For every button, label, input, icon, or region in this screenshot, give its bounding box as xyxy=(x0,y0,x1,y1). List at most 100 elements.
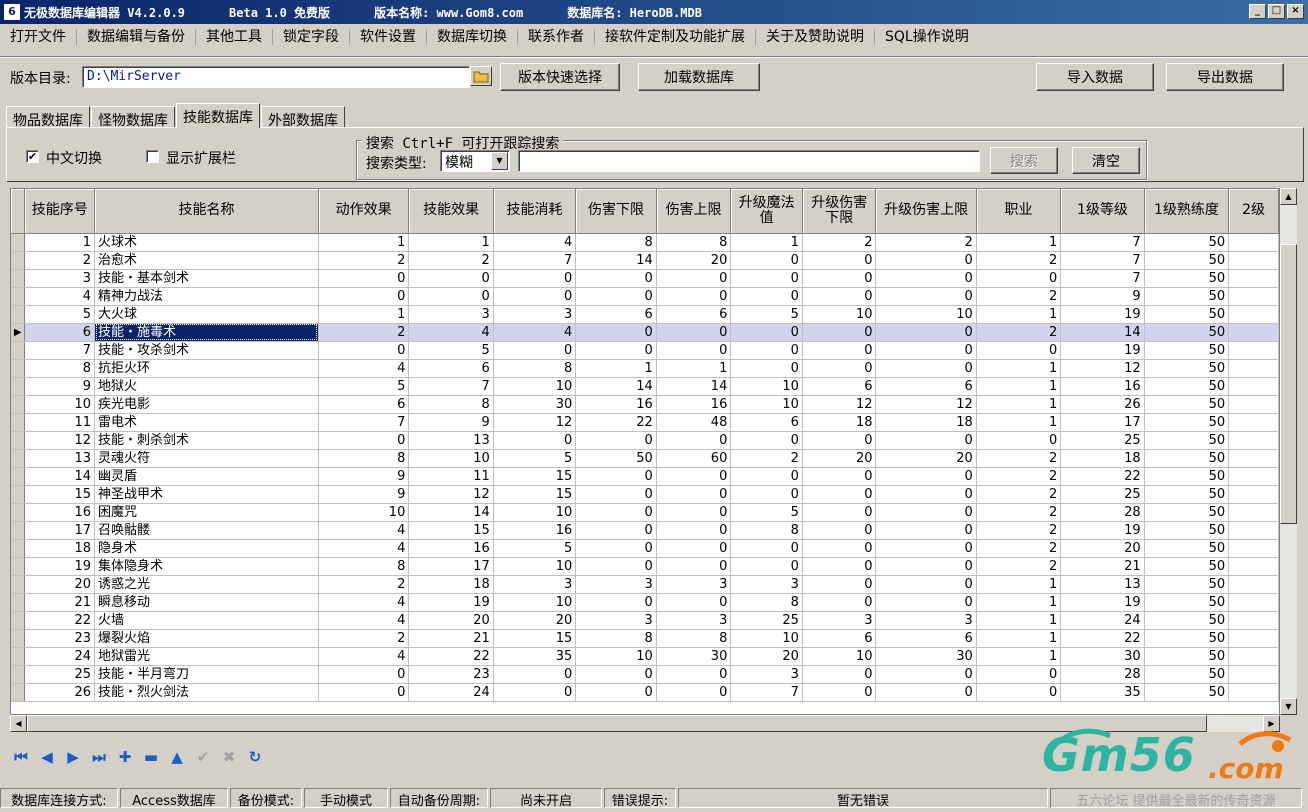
table-cell[interactable]: 22 xyxy=(24,611,96,630)
table-cell[interactable]: 0 xyxy=(875,269,977,288)
row-indicator[interactable] xyxy=(11,647,26,666)
nav-cancel-icon[interactable]: ✖ xyxy=(218,746,240,768)
table-cell[interactable]: 1 xyxy=(976,611,1062,630)
table-cell[interactable]: 0 xyxy=(802,665,877,684)
table-cell[interactable]: 10 xyxy=(802,305,877,324)
table-cell[interactable] xyxy=(1228,305,1279,324)
table-cell[interactable]: 6 xyxy=(730,413,803,432)
row-indicator[interactable] xyxy=(11,413,26,432)
row-indicator[interactable] xyxy=(11,287,26,306)
table-cell[interactable]: 17 xyxy=(24,521,96,540)
column-header[interactable]: 伤害下限 xyxy=(575,189,657,234)
table-cell[interactable]: 6 xyxy=(408,359,494,378)
tab-items[interactable]: 物品数据库 xyxy=(6,106,90,129)
table-cell[interactable]: 0 xyxy=(802,341,877,360)
table-cell[interactable]: 0 xyxy=(802,251,877,270)
table-cell[interactable]: 8 xyxy=(318,449,410,468)
table-row[interactable]: 9 地狱火 5 7 10 14 14 10 6 6 1 16 50 xyxy=(11,377,1279,396)
table-cell[interactable]: 16 xyxy=(24,503,96,522)
table-cell[interactable]: 0 xyxy=(730,467,803,486)
table-cell[interactable]: 0 xyxy=(493,341,577,360)
table-cell[interactable]: 1 xyxy=(976,305,1062,324)
table-cell[interactable]: 1 xyxy=(318,305,410,324)
table-cell[interactable]: 50 xyxy=(1144,647,1230,666)
row-indicator[interactable] xyxy=(11,269,26,288)
table-cell[interactable]: 20 xyxy=(408,611,494,630)
vertical-scrollbar[interactable]: ▲ ▼ xyxy=(1280,188,1297,715)
skill-name-cell[interactable]: 困魔咒 xyxy=(94,503,319,522)
table-cell[interactable]: 0 xyxy=(875,485,977,504)
skill-name-cell[interactable]: 技能・基本剑术 xyxy=(94,269,319,288)
table-cell[interactable]: 50 xyxy=(1144,431,1230,450)
menu-sql-help[interactable]: SQL操作说明 xyxy=(875,29,979,45)
table-cell[interactable]: 12 xyxy=(1060,359,1145,378)
table-cell[interactable]: 0 xyxy=(976,683,1062,702)
table-cell[interactable]: 25 xyxy=(1060,431,1145,450)
table-cell[interactable]: 0 xyxy=(575,341,657,360)
table-cell[interactable]: 6 xyxy=(802,629,877,648)
nav-edit-icon[interactable]: ▲ xyxy=(166,746,188,768)
table-cell[interactable]: 0 xyxy=(575,287,657,306)
table-cell[interactable]: 0 xyxy=(802,269,877,288)
table-cell[interactable] xyxy=(1228,413,1279,432)
chinese-toggle-checkbox[interactable]: ✔ xyxy=(26,150,39,163)
skill-name-cell[interactable]: 爆裂火焰 xyxy=(94,629,319,648)
table-cell[interactable]: 2 xyxy=(730,449,803,468)
table-row[interactable]: 19 集体隐身术 8 17 10 0 0 0 0 0 2 21 50 xyxy=(11,557,1279,576)
table-cell[interactable] xyxy=(1228,521,1279,540)
table-cell[interactable] xyxy=(1228,251,1279,270)
table-cell[interactable]: 0 xyxy=(875,557,977,576)
table-cell[interactable]: 0 xyxy=(976,341,1062,360)
table-cell[interactable]: 28 xyxy=(1060,665,1145,684)
search-input[interactable] xyxy=(518,150,980,172)
skill-name-cell[interactable]: 瞬息移动 xyxy=(94,593,319,612)
table-cell[interactable]: 10 xyxy=(493,593,577,612)
table-cell[interactable]: 0 xyxy=(802,539,877,558)
table-cell[interactable]: 20 xyxy=(656,251,732,270)
table-cell[interactable]: 12 xyxy=(493,413,577,432)
close-button[interactable]: × xyxy=(1287,4,1304,19)
table-cell[interactable]: 10 xyxy=(730,629,803,648)
table-cell[interactable]: 0 xyxy=(730,359,803,378)
skill-name-cell[interactable]: 技能・烈火剑法 xyxy=(94,683,319,702)
table-cell[interactable]: 2 xyxy=(976,323,1062,342)
table-cell[interactable]: 5 xyxy=(730,503,803,522)
table-cell[interactable] xyxy=(1228,575,1279,594)
skill-name-cell[interactable]: 诱惑之光 xyxy=(94,575,319,594)
table-cell[interactable]: 3 xyxy=(730,665,803,684)
table-row[interactable]: 1 火球术 1 1 4 8 8 1 2 2 1 7 50 xyxy=(11,233,1279,252)
table-cell[interactable]: 20 xyxy=(1060,539,1145,558)
table-cell[interactable]: 35 xyxy=(1060,683,1145,702)
table-cell[interactable]: 0 xyxy=(575,467,657,486)
table-cell[interactable] xyxy=(1228,593,1279,612)
table-cell[interactable]: 6 xyxy=(802,377,877,396)
menu-contact[interactable]: 联系作者 xyxy=(518,29,595,45)
table-cell[interactable]: 2 xyxy=(976,503,1062,522)
table-cell[interactable]: 8 xyxy=(318,557,410,576)
table-cell[interactable]: 50 xyxy=(1144,395,1230,414)
table-cell[interactable]: 50 xyxy=(1144,449,1230,468)
vertical-scroll-thumb[interactable] xyxy=(1280,244,1297,524)
menu-edit-backup[interactable]: 数据编辑与备份 xyxy=(77,29,196,45)
table-cell[interactable]: 28 xyxy=(1060,503,1145,522)
column-header[interactable]: 技能消耗 xyxy=(493,189,577,234)
table-cell[interactable]: 0 xyxy=(730,251,803,270)
table-cell[interactable]: 1 xyxy=(318,233,410,252)
table-cell[interactable]: 10 xyxy=(408,449,494,468)
table-cell[interactable]: 3 xyxy=(493,305,577,324)
table-cell[interactable]: 48 xyxy=(656,413,732,432)
skill-name-cell[interactable]: 集体隐身术 xyxy=(94,557,319,576)
table-cell[interactable]: 0 xyxy=(802,503,877,522)
table-row[interactable]: 13 灵魂火符 8 10 5 50 60 2 20 20 2 18 50 xyxy=(11,449,1279,468)
table-cell[interactable]: 0 xyxy=(493,431,577,450)
skill-name-cell[interactable]: 疾光电影 xyxy=(94,395,319,414)
table-cell[interactable]: 50 xyxy=(1144,683,1230,702)
table-cell[interactable]: 1 xyxy=(976,359,1062,378)
table-cell[interactable]: 0 xyxy=(875,467,977,486)
table-cell[interactable]: 16 xyxy=(408,539,494,558)
table-row[interactable]: 4 精神力战法 0 0 0 0 0 0 0 0 2 9 50 xyxy=(11,287,1279,306)
table-cell[interactable]: 0 xyxy=(493,287,577,306)
nav-post-icon[interactable]: ✔ xyxy=(192,746,214,768)
table-cell[interactable]: 22 xyxy=(408,647,494,666)
table-cell[interactable]: 0 xyxy=(976,269,1062,288)
